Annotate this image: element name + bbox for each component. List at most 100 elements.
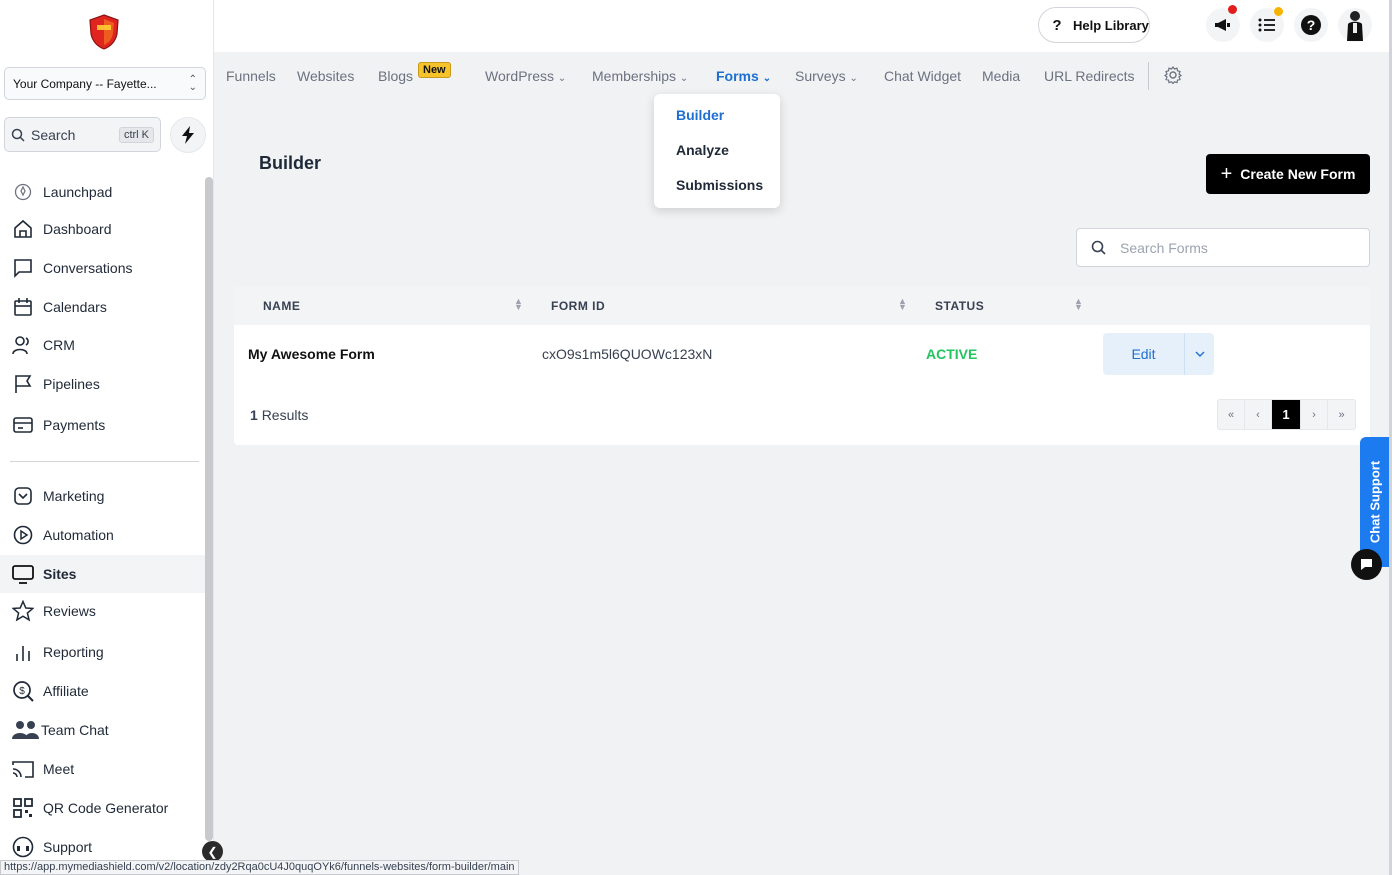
tab-url-redirects[interactable]: URL Redirects bbox=[1044, 68, 1135, 84]
tab-memberships[interactable]: Memberships ⌄ bbox=[592, 68, 688, 84]
play-circle-icon bbox=[11, 523, 35, 547]
tab-funnels[interactable]: Funnels bbox=[226, 68, 276, 84]
results-label: Results bbox=[261, 407, 309, 423]
sidebar-item-payments[interactable]: Payments bbox=[0, 406, 206, 444]
menu-item-analyze[interactable]: Analyze bbox=[676, 142, 729, 158]
sidebar-item-label: Meet bbox=[43, 761, 75, 777]
sidebar-item-team-chat[interactable]: Team Chat bbox=[0, 711, 206, 749]
sidebar-scrollbar[interactable] bbox=[205, 177, 213, 841]
sidebar-item-label: Calendars bbox=[43, 299, 107, 315]
tab-forms[interactable]: Forms ⌄ bbox=[716, 68, 771, 84]
tab-label: Surveys bbox=[795, 68, 846, 84]
table-header: NAME ▲ ▼ FORM ID ▲ ▼ STATUS ▲ ▼ bbox=[234, 287, 1370, 325]
tab-wordpress[interactable]: WordPress ⌄ bbox=[485, 68, 566, 84]
notification-dot bbox=[1274, 7, 1283, 16]
help-circle-icon: ? bbox=[1301, 15, 1321, 35]
chevron-down-icon: ⌄ bbox=[849, 73, 858, 84]
menu-item-builder[interactable]: Builder bbox=[676, 107, 724, 123]
quick-actions-button[interactable] bbox=[170, 117, 206, 153]
sidebar-item-reporting[interactable]: Reporting bbox=[0, 633, 206, 671]
sidebar-item-label: Launchpad bbox=[43, 184, 113, 200]
sort-icon[interactable]: ▲ ▼ bbox=[514, 297, 523, 312]
sidebar-item-affiliate[interactable]: $ Affiliate bbox=[0, 672, 206, 710]
current-page-button[interactable]: 1 bbox=[1272, 400, 1301, 429]
tab-blogs[interactable]: Blogs bbox=[378, 68, 413, 84]
tab-label: Forms bbox=[716, 68, 759, 84]
sidebar-item-dashboard[interactable]: Dashboard bbox=[0, 210, 206, 248]
sidebar-item-marketing[interactable]: Marketing bbox=[0, 477, 206, 515]
results-count: 1 Results bbox=[250, 407, 308, 423]
tab-label: WordPress bbox=[485, 68, 554, 84]
tab-surveys[interactable]: Surveys ⌄ bbox=[795, 68, 858, 84]
sidebar-item-crm[interactable]: CRM bbox=[0, 326, 206, 364]
calendar-icon bbox=[11, 295, 35, 319]
sidebar-item-pipelines[interactable]: Pipelines bbox=[0, 365, 206, 403]
settings-gear-icon[interactable] bbox=[1164, 66, 1182, 87]
prev-page-button[interactable]: ‹ bbox=[1245, 400, 1272, 429]
sidebar-item-meet[interactable]: Meet bbox=[0, 750, 206, 788]
company-switcher[interactable]: Your Company -- Fayette... ⌃ ⌄ bbox=[4, 67, 206, 100]
first-page-button[interactable]: « bbox=[1218, 400, 1245, 429]
chevron-left-icon: ❮ bbox=[207, 844, 218, 859]
sidebar-item-calendars[interactable]: Calendars bbox=[0, 288, 206, 326]
bar-chart-icon bbox=[11, 640, 35, 664]
chat-bubble-button[interactable] bbox=[1351, 549, 1382, 580]
search-forms-field[interactable] bbox=[1076, 228, 1370, 267]
sidebar-item-label: Dashboard bbox=[43, 221, 112, 237]
sort-icon[interactable]: ▲ ▼ bbox=[1074, 297, 1083, 312]
tasks-button[interactable] bbox=[1250, 7, 1284, 42]
headset-icon bbox=[11, 835, 35, 859]
column-header-status[interactable]: STATUS bbox=[935, 299, 984, 313]
help-library-label: Help Library bbox=[1073, 17, 1149, 33]
payment-card-icon bbox=[11, 413, 35, 437]
search-icon bbox=[11, 128, 25, 142]
sidebar-item-conversations[interactable]: Conversations bbox=[0, 249, 206, 287]
tab-label: Memberships bbox=[592, 68, 677, 84]
tab-websites[interactable]: Websites bbox=[297, 68, 354, 84]
edit-options-dropdown[interactable] bbox=[1185, 351, 1214, 357]
avatar[interactable] bbox=[1338, 8, 1372, 42]
svg-text:?: ? bbox=[1307, 17, 1316, 33]
cast-icon bbox=[11, 757, 35, 781]
sidebar-item-label: QR Code Generator bbox=[43, 800, 169, 816]
last-page-button[interactable]: » bbox=[1328, 400, 1355, 429]
chat-icon bbox=[11, 256, 35, 280]
sidebar-item-launchpad[interactable]: Launchpad bbox=[0, 173, 206, 211]
sidebar-item-automation[interactable]: Automation bbox=[0, 516, 206, 554]
sidebar-item-label: Marketing bbox=[43, 488, 105, 504]
create-new-form-button[interactable]: + Create New Form bbox=[1206, 154, 1370, 194]
results-number: 1 bbox=[250, 407, 258, 423]
forms-dropdown-menu: Builder Analyze Submissions bbox=[654, 94, 780, 208]
announcements-button[interactable] bbox=[1206, 5, 1240, 42]
sort-icon[interactable]: ▲ ▼ bbox=[898, 297, 907, 312]
collapse-sidebar-button[interactable]: ❮ bbox=[202, 841, 223, 862]
nav-separator bbox=[1148, 62, 1149, 90]
column-header-form-id[interactable]: FORM ID bbox=[551, 299, 605, 313]
chevron-down-icon bbox=[1195, 351, 1204, 357]
top-bar: ? Help Library ? bbox=[214, 0, 1392, 52]
pagination: « ‹ 1 › » bbox=[1217, 399, 1356, 430]
edit-button-group: Edit bbox=[1103, 333, 1214, 375]
search-forms-input[interactable] bbox=[1120, 239, 1340, 256]
chat-support-tab[interactable]: Chat Support bbox=[1360, 437, 1389, 567]
tab-media[interactable]: Media bbox=[982, 68, 1020, 84]
form-name[interactable]: My Awesome Form bbox=[248, 346, 375, 362]
sidebar-item-reviews[interactable]: Reviews bbox=[0, 592, 206, 630]
affiliate-icon: $ bbox=[11, 679, 35, 703]
tab-chat-widget[interactable]: Chat Widget bbox=[884, 68, 961, 84]
sidebar-item-qr-code-generator[interactable]: QR Code Generator bbox=[0, 789, 206, 827]
sidebar-search[interactable]: Search ctrl K bbox=[4, 117, 161, 152]
edit-button[interactable]: Edit bbox=[1103, 333, 1185, 375]
sidebar-item-sites[interactable]: Sites bbox=[0, 555, 206, 593]
next-page-button[interactable]: › bbox=[1301, 400, 1328, 429]
flag-icon bbox=[11, 372, 35, 396]
company-logo[interactable] bbox=[88, 14, 120, 50]
svg-text:$: $ bbox=[19, 686, 25, 697]
column-header-name[interactable]: NAME bbox=[263, 299, 300, 313]
help-button[interactable]: ? bbox=[1294, 8, 1328, 42]
sidebar-item-label: Sites bbox=[43, 566, 77, 582]
help-library-button[interactable]: ? Help Library bbox=[1038, 7, 1150, 43]
qr-code-icon bbox=[11, 796, 35, 820]
menu-item-submissions[interactable]: Submissions bbox=[676, 177, 763, 193]
forms-table: NAME ▲ ▼ FORM ID ▲ ▼ STATUS ▲ ▼ My Awesome … bbox=[234, 287, 1370, 445]
